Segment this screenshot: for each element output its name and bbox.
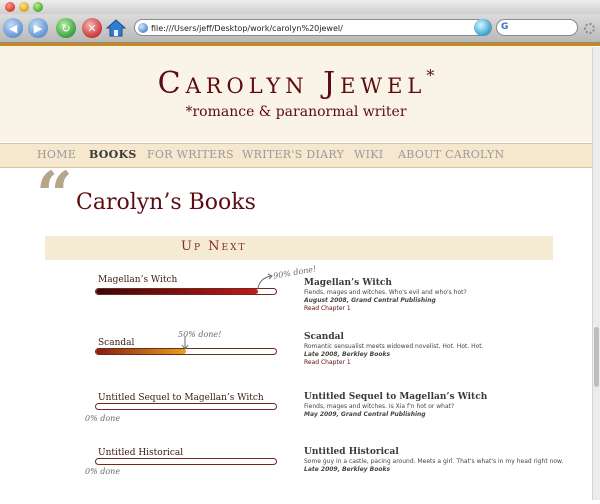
section-label: Up Next [181,239,247,254]
site-title[interactable]: Carolyn Jewel* [0,66,592,101]
minimize-window-button[interactable] [19,2,29,12]
window-titlebar [0,0,600,14]
book-description: Some guy in a castle, pacing around. Mee… [304,458,564,465]
site-header: Carolyn Jewel* *romance & paranormal wri… [0,46,592,142]
address-bar[interactable]: file:///Users/jeff/Desktop/work/carolyn%… [134,19,492,36]
nav-books[interactable]: BOOKS [89,148,137,161]
home-icon [106,19,126,37]
book-publication: May 2009, Grand Central Publishing [304,411,426,418]
progress-percent: 0% done [85,414,121,423]
book-publication: Late 2009, Berkley Books [304,466,391,473]
globe-icon [138,23,148,33]
browser-toolbar: ◀ ▶ ↻ ✕ file:///Users/jeff/Desktop/work/… [0,14,600,43]
progress-fill [96,289,258,294]
progress-bar-label: Untitled Sequel to Magellan’s Witch [98,393,264,403]
stop-icon: ✕ [87,21,97,35]
book-info: Untitled Historical Some guy in a castle… [304,447,584,474]
progress-percent: 0% done [85,467,121,476]
zoom-window-button[interactable] [33,2,43,12]
progress-bar-label: Magellan’s Witch [98,275,178,285]
book-title[interactable]: Magellan’s Witch [304,278,584,288]
reload-icon: ↻ [61,21,71,35]
page-title: Carolyn’s Books [76,190,256,215]
site-title-text[interactable]: Carolyn Jewel [158,66,427,101]
book-row: Untitled Sequel to Magellan’s Witch 0% d… [0,388,592,448]
progress-bar-label: Untitled Historical [98,448,184,458]
section-header: Up Next [45,236,553,260]
reload-button[interactable]: ↻ [56,18,76,38]
quote-mark-icon: “ [36,158,73,233]
progress-bar-label: Scandal [98,338,135,348]
nav-about-carolyn[interactable]: ABOUT CAROLYN [398,148,504,161]
book-publication: Late 2008, Berkley Books [304,351,391,358]
book-row: Magellan’s Witch 90% done! Magellan’s Wi… [0,264,592,328]
progress-bar [95,288,277,295]
activity-spinner-icon [584,23,595,34]
home-button[interactable] [106,18,126,38]
book-info: Untitled Sequel to Magellan’s Witch Fien… [304,392,584,419]
read-chapter-link[interactable]: Read Chapter 1 [304,305,584,313]
vertical-scrollbar[interactable] [592,47,600,500]
book-info: Magellan’s Witch Fiends, mages and witch… [304,278,584,313]
scrollbar-thumb[interactable] [594,327,599,387]
read-chapter-link[interactable]: Read Chapter 1 [304,359,584,367]
progress-percent: 50% done! [178,330,222,339]
address-url[interactable]: file:///Users/jeff/Desktop/work/carolyn%… [151,20,343,37]
book-description: Fiends, mages and witches. Is Xia f'n ho… [304,403,455,410]
forward-arrow-icon: ▶ [33,21,43,35]
back-button[interactable]: ◀ [3,18,23,38]
search-engine-icon[interactable]: G [501,22,508,32]
stop-button[interactable]: ✕ [82,18,102,38]
book-title[interactable]: Scandal [304,332,584,342]
forward-button[interactable]: ▶ [28,18,48,38]
book-title[interactable]: Untitled Sequel to Magellan’s Witch [304,392,584,402]
book-info: Scandal Romantic sensualist meets widowe… [304,332,584,367]
web-page: Carolyn Jewel* *romance & paranormal wri… [0,46,592,500]
progress-fill [96,349,186,354]
site-title-asterisk: * [426,66,435,85]
close-window-button[interactable] [5,2,15,12]
book-row: Scandal 50% done! Scandal Romantic sensu… [0,330,592,390]
book-row: Untitled Historical 0% done Untitled His… [0,444,592,504]
book-description: Romantic sensualist meets widowed noveli… [304,343,484,350]
back-arrow-icon: ◀ [8,21,18,35]
book-title[interactable]: Untitled Historical [304,447,584,457]
search-field[interactable]: G [496,19,578,36]
progress-bar [95,458,277,465]
nav-wiki[interactable]: WIKI [354,148,383,161]
nav-for-writers[interactable]: FOR WRITERS [147,148,234,161]
nav-writers-diary[interactable]: WRITER'S DIARY [242,148,344,161]
main-nav: HOME BOOKS FOR WRITERS WRITER'S DIARY WI… [0,143,592,168]
site-tagline: *romance & paranormal writer [185,104,407,120]
progress-bar [95,403,277,410]
go-icon[interactable] [474,19,491,36]
book-publication: August 2008, Grand Central Publishing [304,297,436,304]
book-description: Fiends, mages and witches. Who's evil an… [304,289,467,296]
